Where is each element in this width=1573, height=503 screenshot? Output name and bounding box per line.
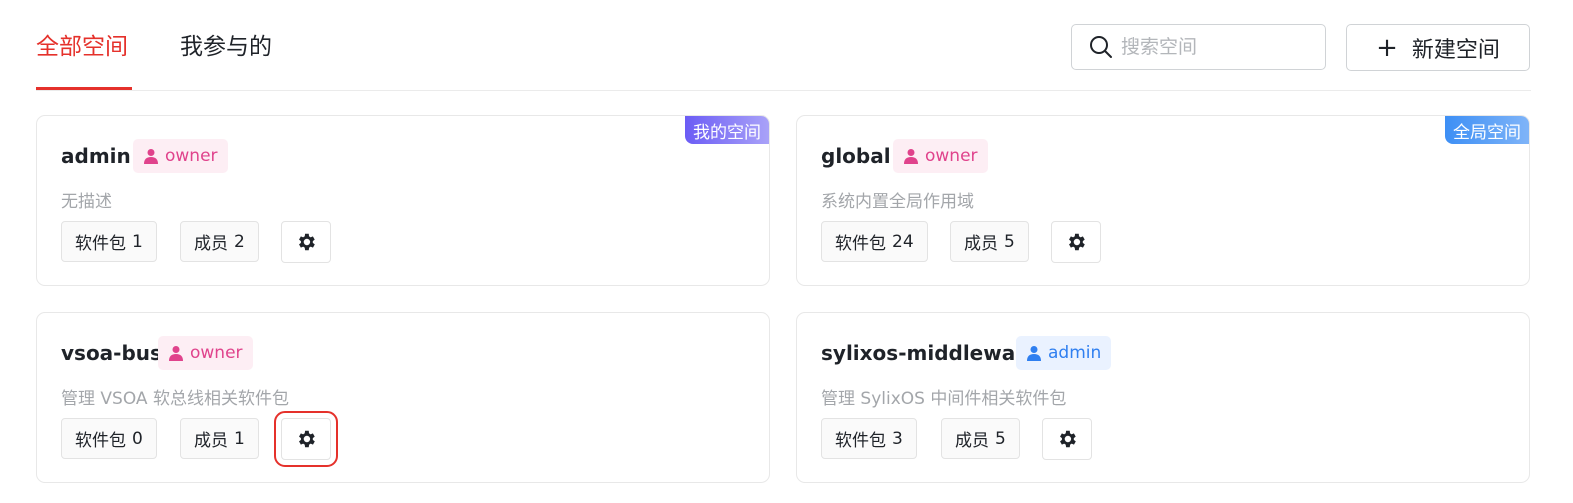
my-space-badge: 我的空间 [685,116,769,144]
members-label: 成员 [194,431,228,451]
gear-icon [1069,233,1085,251]
members-value: 5 [995,428,1006,449]
role-tag: admin [1016,336,1112,370]
packages-value: 24 [892,231,914,252]
members-label: 成员 [194,234,228,254]
space-card-global[interactable]: 全局空间 global owner 系统内置全局作用域 软件包 24 成员 5 [796,115,1530,286]
role-tag: owner [133,139,228,173]
packages-value: 0 [132,428,143,449]
new-space-label: 新建空间 [1411,37,1500,63]
space-name: global [821,144,891,168]
space-name: sylixos-middleware [821,341,1039,365]
space-description: 无描述 [61,192,112,212]
role-label: owner [190,343,243,363]
search-box[interactable] [1071,24,1326,70]
role-label: owner [925,146,978,166]
role-tag: owner [893,139,988,173]
settings-button[interactable] [281,221,331,263]
user-icon [1027,346,1041,361]
user-icon [904,149,918,164]
gear-icon [1060,430,1076,448]
members-value: 1 [234,428,245,449]
packages-label: 软件包 [835,431,886,451]
packages-count[interactable]: 软件包 1 [61,221,157,262]
members-value: 5 [1004,231,1015,252]
space-description: 系统内置全局作用域 [821,192,974,212]
settings-button[interactable] [274,411,338,467]
space-description: 管理 VSOA 软总线相关软件包 [61,389,289,409]
space-name: vsoa-bus [61,341,162,365]
space-name: admin [61,144,131,168]
packages-label: 软件包 [75,431,126,451]
space-card-vsoa-bus[interactable]: vsoa-bus owner 管理 VSOA 软总线相关软件包 软件包 0 成员… [36,312,770,483]
global-space-badge: 全局空间 [1445,116,1529,144]
settings-button[interactable] [1051,221,1101,263]
packages-count[interactable]: 软件包 3 [821,418,917,459]
space-description: 管理 SylixOS 中间件相关软件包 [821,389,1067,409]
packages-value: 1 [132,231,143,252]
members-count[interactable]: 成员 2 [180,221,259,262]
packages-count[interactable]: 软件包 24 [821,221,928,262]
search-input[interactable] [1119,35,1313,59]
packages-label: 软件包 [835,234,886,254]
header-divider [36,90,1531,91]
search-icon [1090,36,1112,58]
packages-count[interactable]: 软件包 0 [61,418,157,459]
tab-all-spaces[interactable]: 全部空间 [36,30,128,64]
plus-icon: + [1376,32,1398,63]
members-count[interactable]: 成员 5 [941,418,1020,459]
role-label: admin [1048,343,1102,363]
members-count[interactable]: 成员 1 [180,418,259,459]
gear-icon [299,430,315,448]
gear-icon [299,233,315,251]
tab-joined-spaces[interactable]: 我参与的 [180,30,272,64]
user-icon [169,346,183,361]
new-space-button[interactable]: + 新建空间 [1346,24,1530,71]
packages-label: 软件包 [75,234,126,254]
space-card-sylixos-middleware[interactable]: sylixos-middleware admin 管理 SylixOS 中间件相… [796,312,1530,483]
space-card-admin[interactable]: 我的空间 admin owner 无描述 软件包 1 成员 2 [36,115,770,286]
role-tag: owner [158,336,253,370]
settings-button[interactable] [1042,418,1092,460]
members-label: 成员 [964,234,998,254]
members-label: 成员 [955,431,989,451]
members-count[interactable]: 成员 5 [950,221,1029,262]
user-icon [144,149,158,164]
packages-value: 3 [892,428,903,449]
members-value: 2 [234,231,245,252]
role-label: owner [165,146,218,166]
